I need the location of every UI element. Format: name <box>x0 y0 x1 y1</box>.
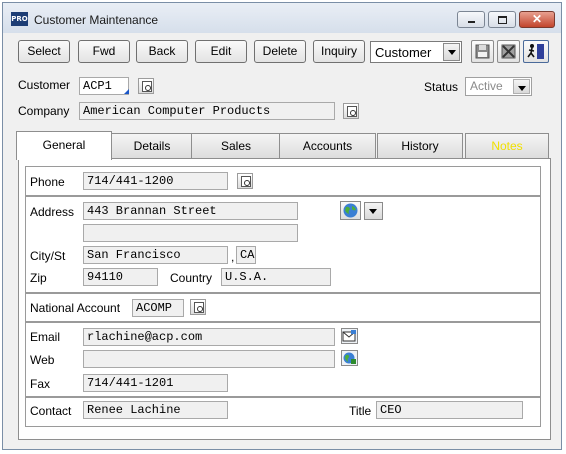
customer-lookup-icon[interactable] <box>138 78 154 94</box>
tab-accounts[interactable]: Accounts <box>279 133 376 158</box>
open-web-button[interactable] <box>341 350 358 366</box>
status-chevron-down-icon[interactable] <box>513 79 530 94</box>
globe-map-button[interactable] <box>340 201 361 220</box>
close-icon: ✕ <box>531 12 543 26</box>
national-account-lookup-icon[interactable] <box>190 299 206 315</box>
web-field[interactable] <box>83 350 335 368</box>
status-value: Active <box>470 79 503 93</box>
contact-field[interactable]: Renee Lachine <box>83 401 228 419</box>
national-account-field[interactable]: ACOMP <box>132 299 184 317</box>
tab-details[interactable]: Details <box>106 133 198 158</box>
zip-label: Zip <box>30 271 47 285</box>
address-line2-field[interactable] <box>83 224 298 242</box>
exit-button[interactable] <box>523 40 549 63</box>
email-icon <box>342 330 356 342</box>
city-separator: , <box>231 250 235 264</box>
minimize-button[interactable] <box>457 11 485 28</box>
back-button[interactable]: Back <box>136 40 188 63</box>
state-field[interactable]: CA <box>236 246 256 264</box>
edit-button[interactable]: Edit <box>195 40 247 63</box>
exit-icon <box>527 44 544 59</box>
customer-maintenance-window: PRO Customer Maintenance ✕ Select Fwd Ba… <box>2 2 562 450</box>
company-label: Company <box>18 104 70 118</box>
address-menu-button[interactable] <box>364 202 383 220</box>
title-bar[interactable]: PRO Customer Maintenance ✕ <box>3 3 561 33</box>
web-label: Web <box>30 353 55 367</box>
inquiry-button[interactable]: Inquiry <box>313 40 365 63</box>
email-label: Email <box>30 330 61 344</box>
phone-dial-icon[interactable] <box>237 173 253 189</box>
title-label: Title <box>349 404 372 418</box>
window-title: Customer Maintenance <box>34 13 159 27</box>
phone-label: Phone <box>30 175 65 189</box>
fax-field[interactable]: 714/441-1201 <box>83 374 228 392</box>
cancel-icon <box>501 44 516 59</box>
save-icon <box>475 44 490 59</box>
customer-field[interactable]: ACP1 <box>79 77 129 95</box>
globe-icon <box>343 203 358 218</box>
mode-select[interactable]: Customer <box>370 41 462 63</box>
country-field[interactable]: U.S.A. <box>221 268 331 286</box>
mode-select-value: Customer <box>375 45 432 60</box>
web-globe-icon <box>343 352 356 364</box>
send-email-button[interactable] <box>341 328 358 344</box>
field-corner-marker <box>124 89 129 94</box>
email-field[interactable]: rlachine@acp.com <box>83 328 335 346</box>
close-button[interactable]: ✕ <box>519 11 555 28</box>
maximize-button[interactable] <box>488 11 516 28</box>
tab-general[interactable]: General <box>16 131 112 160</box>
contact-label: Contact <box>30 404 72 418</box>
status-label: Status <box>424 80 459 94</box>
company-field[interactable]: American Computer Products <box>79 102 335 120</box>
cancel-button[interactable] <box>497 40 520 63</box>
phone-field[interactable]: 714/441-1200 <box>83 172 228 190</box>
customer-label: Customer <box>18 78 71 92</box>
address-label: Address <box>30 205 75 219</box>
fax-label: Fax <box>30 377 51 391</box>
address-chevron-down-icon <box>365 203 382 219</box>
zip-field[interactable]: 94110 <box>83 268 158 286</box>
address-line1-field[interactable]: 443 Brannan Street <box>83 202 298 220</box>
save-button[interactable] <box>471 40 494 63</box>
tab-sales[interactable]: Sales <box>191 133 281 158</box>
company-lookup-icon[interactable] <box>343 103 359 119</box>
country-label: Country <box>170 271 213 285</box>
delete-button[interactable]: Delete <box>254 40 306 63</box>
city-label: City/St <box>30 249 66 263</box>
select-button[interactable]: Select <box>18 40 70 63</box>
tab-history[interactable]: History <box>377 133 463 158</box>
national-account-label: National Account <box>30 301 121 315</box>
chevron-down-icon[interactable] <box>443 43 460 61</box>
tab-notes[interactable]: Notes <box>465 133 549 158</box>
title-field[interactable]: CEO <box>376 401 523 419</box>
app-icon: PRO <box>11 12 28 26</box>
status-select[interactable]: Active <box>465 77 532 96</box>
fwd-button[interactable]: Fwd <box>78 40 130 63</box>
city-field[interactable]: San Francisco <box>83 246 228 264</box>
